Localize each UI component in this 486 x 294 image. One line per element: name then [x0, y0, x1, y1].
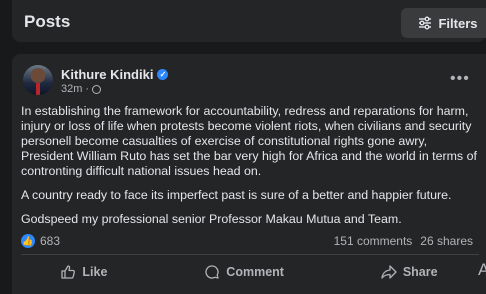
divider	[21, 254, 479, 255]
verified-badge-icon: ✓	[157, 69, 169, 80]
filters-label: Filters	[438, 15, 478, 31]
post-paragraph: A country ready to face its imperfect pa…	[21, 188, 452, 202]
share-count[interactable]: 26 shares	[420, 234, 473, 248]
thumbs-up-icon: 👍	[21, 234, 35, 248]
author-name[interactable]: Kithure Kindiki	[61, 67, 153, 82]
separator-dot: ·	[85, 83, 90, 95]
like-label: Like	[82, 265, 108, 279]
reaction-count[interactable]: 683	[40, 234, 60, 248]
comment-count[interactable]: 151 comments	[334, 234, 413, 248]
overflow-text: Ac	[478, 260, 486, 279]
post-actions: Like Comment Share	[12, 257, 486, 287]
post-time[interactable]: 32m	[61, 83, 82, 95]
post-paragraph: Godspeed my professional senior Professo…	[21, 212, 402, 226]
engagement-counts: 151 comments 26 shares	[334, 234, 473, 248]
like-button[interactable]: Like	[60, 264, 107, 280]
comment-label: Comment	[226, 265, 284, 279]
reaction-summary[interactable]: 👍 683	[21, 234, 60, 248]
avatar-tie-detail	[36, 83, 40, 95]
post-paragraph: In establishing the framework for accoun…	[21, 104, 477, 178]
post-card: Kithure Kindiki ✓ 32m · ••• In establish…	[12, 54, 486, 294]
more-options-icon[interactable]: •••	[450, 70, 470, 88]
share-button[interactable]: Share	[381, 264, 438, 280]
globe-icon	[92, 84, 102, 94]
post-body: In establishing the framework for accoun…	[21, 104, 479, 236]
share-label: Share	[402, 265, 438, 279]
page-title: Posts	[24, 12, 71, 31]
comment-button[interactable]: Comment	[204, 264, 284, 280]
comment-icon	[205, 265, 219, 279]
post-author[interactable]: Kithure Kindiki ✓	[61, 67, 169, 82]
sliders-icon	[419, 16, 432, 30]
post-meta: 32m ·	[61, 83, 102, 95]
filters-button[interactable]: Filters	[401, 8, 486, 38]
posts-header: Posts Filters	[12, 0, 486, 42]
share-icon	[381, 265, 397, 279]
avatar[interactable]	[23, 65, 53, 95]
like-icon	[61, 265, 76, 279]
